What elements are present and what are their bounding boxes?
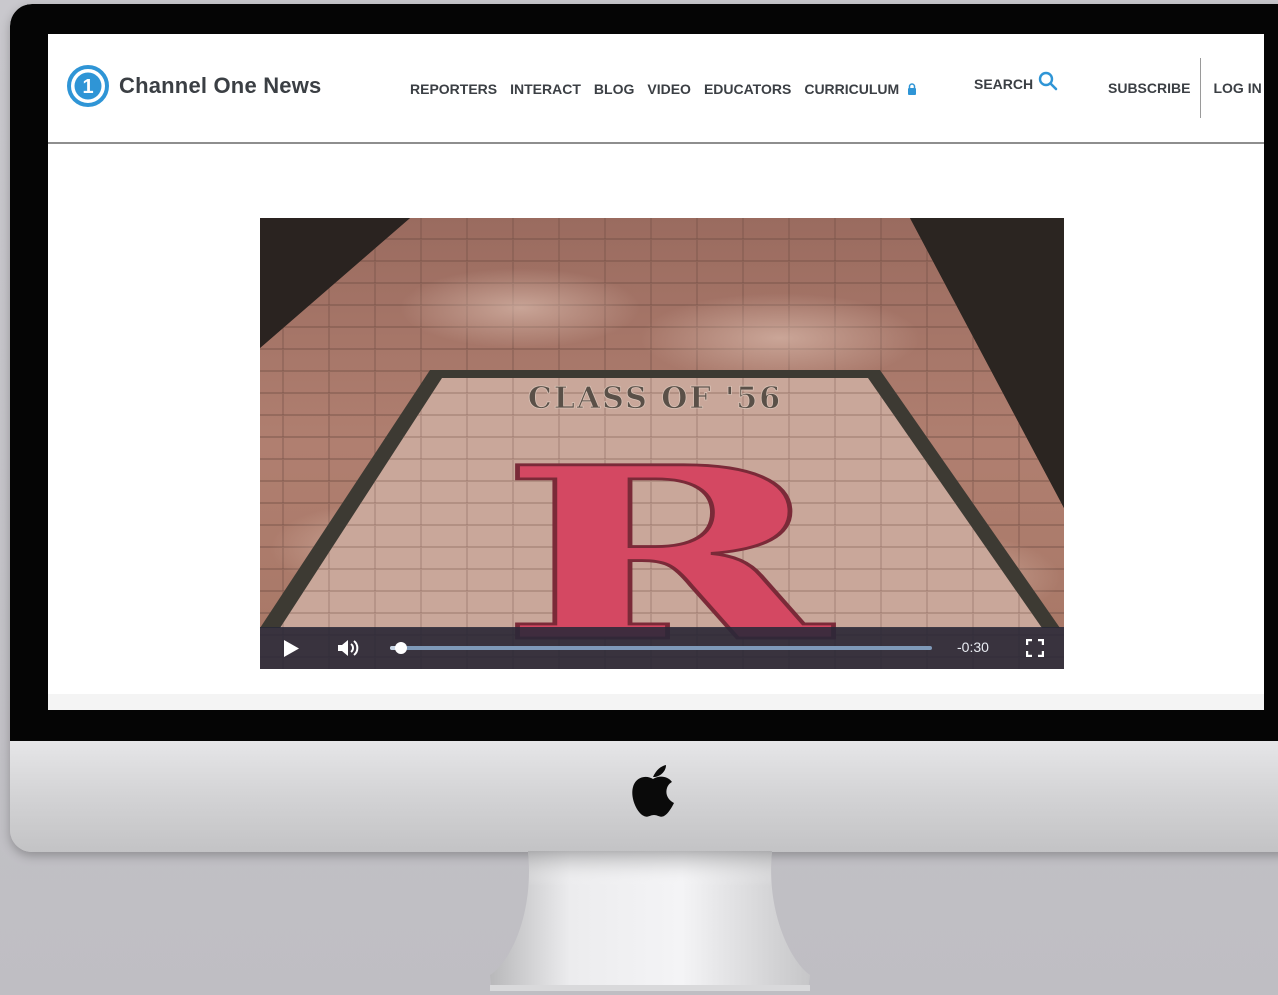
- monitor-stand: [490, 851, 810, 991]
- search-icon: [1038, 71, 1058, 91]
- channel-one-logo-icon: 1: [67, 65, 109, 107]
- account-links: SUBSCRIBE LOG IN: [1108, 58, 1262, 118]
- site-logo-link[interactable]: 1 Channel One News: [66, 64, 321, 108]
- site-name: Channel One News: [119, 73, 322, 98]
- apple-logo-icon: [632, 765, 674, 817]
- account-divider: [1200, 58, 1202, 118]
- nav-item-curriculum[interactable]: CURRICULUM: [804, 81, 917, 97]
- video-time-remaining: -0:30: [957, 639, 989, 655]
- nav-item-reporters[interactable]: REPORTERS: [410, 81, 497, 97]
- video-control-bar: -0:30: [260, 627, 1064, 669]
- lock-icon: [908, 83, 917, 95]
- nav-item-educators[interactable]: EDUCATORS: [704, 81, 791, 97]
- video-frame-brick-walkway: CLASS OF '56 R: [260, 218, 1064, 669]
- video-progress-handle[interactable]: [394, 642, 407, 654]
- play-icon[interactable]: [283, 640, 299, 657]
- site-header: 1 Channel One News REPORTERS INTERACT BL…: [48, 34, 1264, 144]
- nav-item-blog[interactable]: BLOG: [594, 81, 634, 97]
- logo-glyph: 1: [82, 76, 93, 98]
- volume-icon[interactable]: [337, 638, 359, 658]
- page-bottom-strip: [48, 694, 1264, 710]
- video-progress-bar[interactable]: [390, 642, 932, 654]
- main-navigation: REPORTERS INTERACT BLOG VIDEO EDUCATORS …: [410, 81, 930, 97]
- video-player[interactable]: CLASS OF '56 R -0:30: [260, 218, 1064, 669]
- fullscreen-icon[interactable]: [1026, 639, 1044, 657]
- search-button[interactable]: SEARCH: [974, 71, 1058, 92]
- plaque-text: CLASS OF '56: [528, 381, 782, 416]
- nav-item-video[interactable]: VIDEO: [647, 81, 691, 97]
- nav-item-interact[interactable]: INTERACT: [510, 81, 581, 97]
- login-link[interactable]: LOG IN: [1213, 80, 1261, 96]
- nav-item-curriculum-label: CURRICULUM: [804, 81, 900, 97]
- search-label: SEARCH: [974, 76, 1034, 92]
- browser-screen: 1 Channel One News REPORTERS INTERACT BL…: [48, 34, 1264, 710]
- subscribe-link[interactable]: SUBSCRIBE: [1108, 80, 1190, 96]
